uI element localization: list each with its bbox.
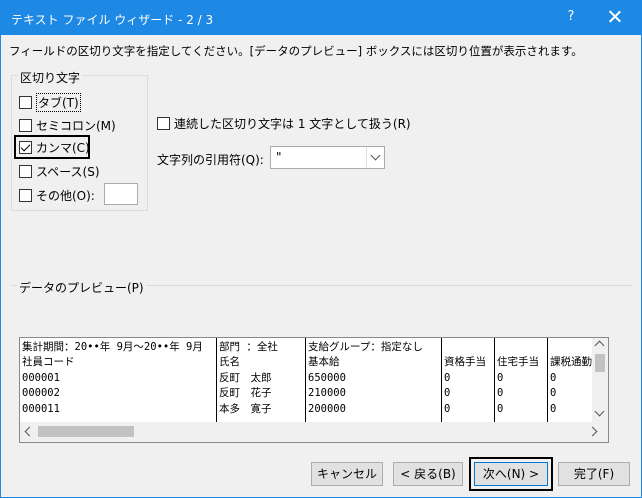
text-import-wizard-dialog: テキスト ファイル ウィザード - 2 / 3 ? フィールドの区切り文字を指定… xyxy=(0,0,642,498)
preview-label: データのプレビュー(P) xyxy=(17,279,146,296)
chevron-down-icon[interactable] xyxy=(366,147,384,168)
chevron-right-icon[interactable] xyxy=(587,426,598,437)
preview-cell: 0 xyxy=(444,403,451,415)
comma-label: カンマ(C) xyxy=(36,140,90,155)
semicolon-label: セミコロン(M) xyxy=(36,118,116,133)
consecutive-checkbox-row[interactable]: 連続した区切り文字は 1 文字として扱う(R) xyxy=(157,114,411,132)
preview-cell: 0 xyxy=(444,372,451,384)
preview-grid: 集計期間：20••年 9月～20••年 9月 社員コード 000001 0000… xyxy=(20,338,593,422)
window-title: テキスト ファイル ウィザード - 2 / 3 xyxy=(11,13,214,27)
preview-cell: 本多 寛子 xyxy=(219,403,272,415)
preview-cell: 0 xyxy=(497,372,504,384)
preview-cell: 0 xyxy=(550,372,557,384)
preview-cell: 反町 太郎 xyxy=(219,372,272,384)
space-checkbox-row[interactable]: スペース(S) xyxy=(19,162,100,180)
preview-cell: 000011 xyxy=(22,403,60,415)
text-qualifier-value: " xyxy=(276,150,282,164)
other-checkbox[interactable] xyxy=(19,188,32,202)
preview-vertical-scrollbar[interactable] xyxy=(592,338,608,422)
preview-cell: 部門 ：全社 xyxy=(219,341,278,353)
help-icon[interactable]: ? xyxy=(561,9,581,27)
cancel-button[interactable]: キャンセル xyxy=(311,462,383,486)
preview-column: 課税通勤費 0 0 0 xyxy=(547,338,593,422)
preview-cell: 支給グループ：指定なし xyxy=(308,341,423,353)
preview-column: 支給グループ：指定なし 基本給 650000 210000 200000 xyxy=(305,338,441,422)
horizontal-scroll-thumb[interactable] xyxy=(38,426,134,437)
semicolon-checkbox-row[interactable]: セミコロン(M) xyxy=(19,116,116,134)
space-checkbox[interactable] xyxy=(19,164,32,178)
preview-column: 資格手当 0 0 0 xyxy=(441,338,494,422)
preview-cell: 集計期間：20••年 9月～20••年 9月 xyxy=(22,341,203,353)
preview-cell: 650000 xyxy=(308,372,346,384)
next-button[interactable]: 次へ(N) > xyxy=(474,462,548,486)
preview-column: 集計期間：20••年 9月～20••年 9月 社員コード 000001 0000… xyxy=(20,338,216,422)
comma-checkbox[interactable] xyxy=(19,140,32,154)
preview-cell: 反町 花子 xyxy=(219,387,272,399)
preview-cell: 社員コード xyxy=(22,356,75,368)
text-qualifier-select[interactable]: " xyxy=(270,146,385,169)
preview-cell: 0 xyxy=(550,403,557,415)
instruction-text: フィールドの区切り文字を指定してください。[データのプレビュー] ボックスには区… xyxy=(9,44,583,58)
consecutive-label: 連続した区切り文字は 1 文字として扱う(R) xyxy=(174,116,411,131)
preview-cell: 資格手当 xyxy=(444,356,486,368)
other-label: その他(O): xyxy=(36,188,95,203)
consecutive-checkbox[interactable] xyxy=(157,116,170,130)
chevron-down-icon[interactable] xyxy=(594,406,605,417)
comma-checkbox-row[interactable]: カンマ(C) xyxy=(19,138,90,156)
preview-cell: 住宅手当 xyxy=(497,356,539,368)
delimiters-group-label: 区切り文字 xyxy=(18,69,83,86)
chevron-up-icon[interactable] xyxy=(594,340,605,351)
preview-cell: 000001 xyxy=(22,372,60,384)
preview-cell: 0 xyxy=(497,387,504,399)
preview-cell: 210000 xyxy=(308,387,346,399)
preview-cell: 0 xyxy=(497,403,504,415)
other-checkbox-row[interactable]: その他(O): xyxy=(19,186,95,204)
tab-label: タブ(T) xyxy=(36,92,81,112)
preview-cell: 課税通勤費 xyxy=(550,356,593,368)
finish-button[interactable]: 完了(F) xyxy=(558,462,630,486)
preview-cell: 000002 xyxy=(22,387,60,399)
vertical-scroll-thumb[interactable] xyxy=(595,354,605,372)
title-bar: テキスト ファイル ウィザード - 2 / 3 ? xyxy=(1,1,641,35)
preview-cell: 基本給 xyxy=(308,356,340,368)
tab-checkbox[interactable] xyxy=(19,95,32,109)
preview-cell: 0 xyxy=(550,387,557,399)
preview-cell: 氏名 xyxy=(219,356,240,368)
other-delimiter-input[interactable] xyxy=(104,183,138,205)
preview-horizontal-scrollbar[interactable] xyxy=(20,422,608,442)
preview-column: 住宅手当 0 0 0 xyxy=(494,338,547,422)
close-icon[interactable] xyxy=(605,7,625,27)
semicolon-checkbox[interactable] xyxy=(19,118,32,132)
tab-checkbox-row[interactable]: タブ(T) xyxy=(19,92,81,112)
back-button[interactable]: < 戻る(B) xyxy=(393,462,463,486)
text-qualifier-label: 文字列の引用符(Q): xyxy=(157,153,264,167)
preview-column: 部門 ：全社 氏名 反町 太郎 反町 花子 本多 寛子 xyxy=(216,338,305,422)
preview-cell: 0 xyxy=(444,387,451,399)
data-preview[interactable]: 集計期間：20••年 9月～20••年 9月 社員コード 000001 0000… xyxy=(19,337,609,443)
chevron-left-icon[interactable] xyxy=(24,426,35,437)
preview-cell: 200000 xyxy=(308,403,346,415)
space-label: スペース(S) xyxy=(36,164,100,179)
